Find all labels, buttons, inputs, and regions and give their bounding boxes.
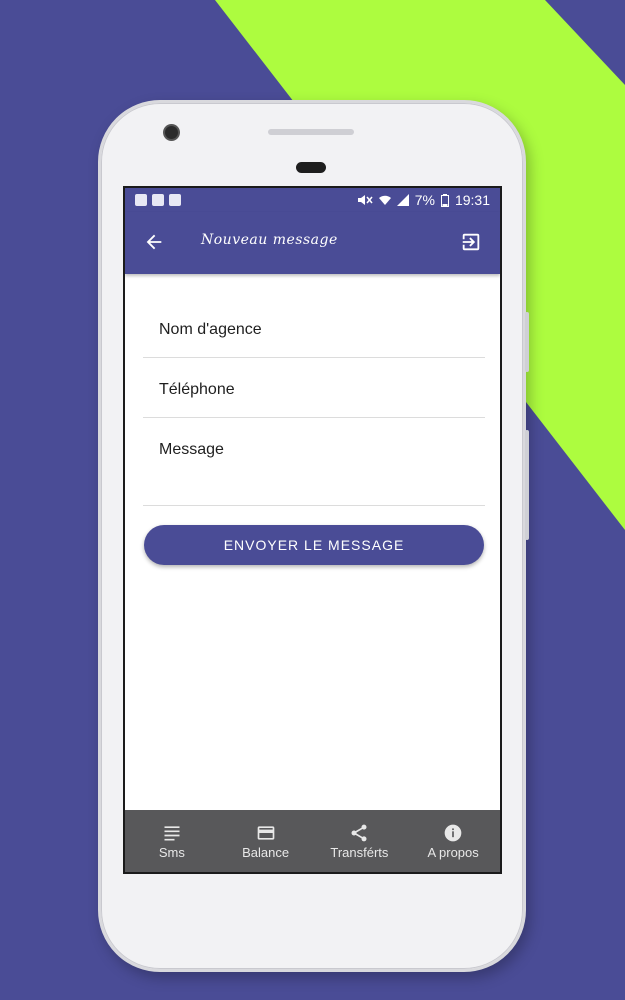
volume-button (525, 312, 529, 372)
nav-label: Sms (158, 844, 185, 860)
clock: 19:31 (454, 192, 490, 208)
mute-icon (357, 195, 373, 205)
nav-item-balance[interactable]: Balance (219, 810, 313, 872)
page-title: Nouveau message (201, 232, 338, 248)
nav-label: Balance (242, 844, 290, 860)
text-lines-icon (164, 825, 180, 840)
send-message-button[interactable]: ENVOYER LE MESSAGE (144, 525, 484, 565)
logout-icon[interactable] (460, 231, 482, 253)
app-notification-icon (152, 194, 164, 206)
battery-percent: 7% (414, 192, 435, 208)
phone-screen: 7% 19:31 Nouveau message Nom d'agence Té… (123, 186, 502, 874)
back-arrow-icon[interactable] (143, 231, 165, 253)
battery-icon (440, 193, 449, 207)
bottom-navigation: Sms Balance Transférts A propos (125, 810, 500, 872)
signal-icon (396, 194, 409, 206)
message-form: Nom d'agence Téléphone Message (143, 298, 485, 506)
status-bar: 7% 19:31 (125, 188, 500, 212)
share-icon (351, 824, 367, 841)
earpiece-speaker (268, 129, 354, 135)
nav-item-transfers[interactable]: Transférts (313, 810, 407, 872)
front-camera (165, 126, 178, 139)
app-notification-icon (169, 194, 181, 206)
info-icon (444, 824, 462, 841)
wifi-icon (378, 195, 391, 205)
phone-input[interactable]: Téléphone (143, 358, 485, 418)
app-bar: Nouveau message (125, 212, 500, 274)
agency-name-input[interactable]: Nom d'agence (143, 298, 485, 358)
proximity-sensor (296, 162, 326, 173)
power-button (525, 430, 529, 540)
nav-item-about[interactable]: A propos (406, 810, 500, 872)
nav-item-sms[interactable]: Sms (125, 810, 219, 872)
message-input[interactable]: Message (143, 418, 485, 506)
nav-label: Transférts (330, 844, 389, 860)
credit-card-icon (257, 825, 274, 840)
gallery-notification-icon (135, 194, 147, 206)
nav-label: A propos (427, 844, 479, 860)
